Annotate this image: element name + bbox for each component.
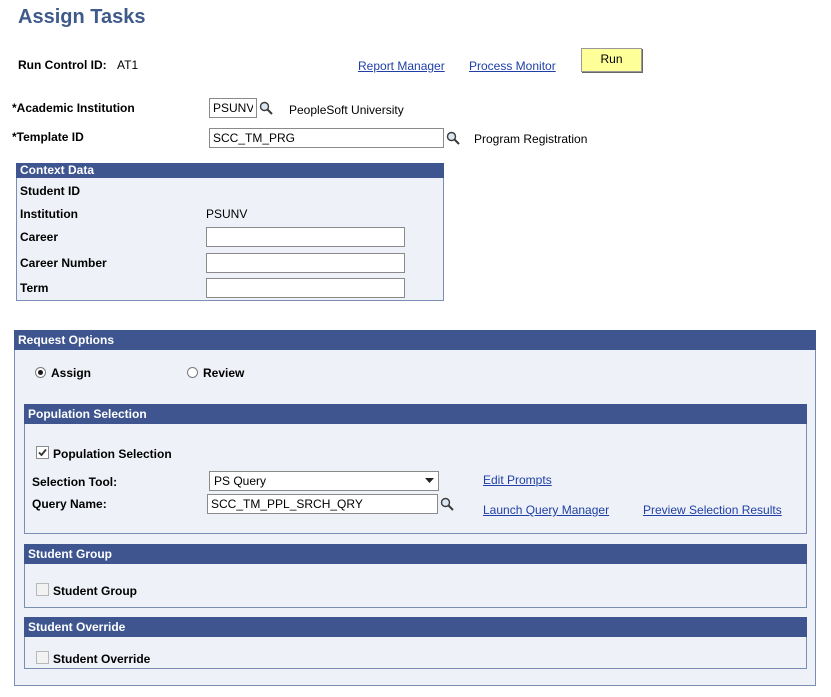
student-override-label: Student Override xyxy=(53,652,151,666)
selection-tool-label: Selection Tool: xyxy=(32,475,118,489)
selection-tool-select[interactable]: PS Query xyxy=(209,471,439,491)
population-selection-header: Population Selection xyxy=(24,404,807,424)
academic-institution-label: *Academic Institution xyxy=(12,101,135,115)
preview-selection-results-link[interactable]: Preview Selection Results xyxy=(643,503,782,517)
institution-value: PSUNV xyxy=(206,207,248,221)
student-override-header: Student Override xyxy=(24,617,807,637)
request-options-header: Request Options xyxy=(14,330,816,350)
template-id-label: *Template ID xyxy=(12,130,84,144)
run-control-value: AT1 xyxy=(117,58,139,72)
checkmark-icon xyxy=(38,448,47,457)
search-icon[interactable] xyxy=(446,131,460,145)
career-label: Career xyxy=(20,230,59,244)
population-selection-label: Population Selection xyxy=(53,447,172,461)
assign-radio[interactable] xyxy=(35,367,46,378)
career-input[interactable] xyxy=(206,227,405,247)
student-id-label: Student ID xyxy=(20,184,80,198)
context-data-header: Context Data xyxy=(16,163,444,178)
chevron-down-icon xyxy=(425,478,434,483)
academic-institution-description: PeopleSoft University xyxy=(289,103,404,117)
institution-label: Institution xyxy=(20,207,78,221)
launch-query-manager-link[interactable]: Launch Query Manager xyxy=(483,503,609,517)
search-icon[interactable] xyxy=(259,101,273,115)
report-manager-link[interactable]: Report Manager xyxy=(358,59,445,73)
page-title: Assign Tasks xyxy=(18,6,146,28)
selection-tool-value: PS Query xyxy=(214,474,267,488)
run-control-label: Run Control ID: xyxy=(18,58,107,72)
review-radio[interactable] xyxy=(187,367,198,378)
template-id-input[interactable] xyxy=(209,128,444,148)
process-monitor-link[interactable]: Process Monitor xyxy=(469,59,556,73)
student-group-header: Student Group xyxy=(24,544,807,564)
edit-prompts-link[interactable]: Edit Prompts xyxy=(483,473,552,487)
run-button[interactable]: Run xyxy=(581,48,642,72)
career-number-label: Career Number xyxy=(20,256,107,270)
search-icon[interactable] xyxy=(440,497,454,511)
template-id-description: Program Registration xyxy=(474,132,588,146)
review-label: Review xyxy=(203,366,245,380)
query-name-label: Query Name: xyxy=(32,497,107,511)
term-input[interactable] xyxy=(206,278,405,298)
population-selection-checkbox[interactable] xyxy=(36,446,49,459)
term-label: Term xyxy=(20,281,49,295)
student-override-checkbox[interactable] xyxy=(36,651,49,664)
student-group-label: Student Group xyxy=(53,584,137,598)
career-number-input[interactable] xyxy=(206,253,405,273)
query-name-input[interactable] xyxy=(207,494,438,514)
academic-institution-input[interactable] xyxy=(209,98,257,118)
student-group-checkbox[interactable] xyxy=(36,583,49,596)
assign-label: Assign xyxy=(51,366,92,380)
